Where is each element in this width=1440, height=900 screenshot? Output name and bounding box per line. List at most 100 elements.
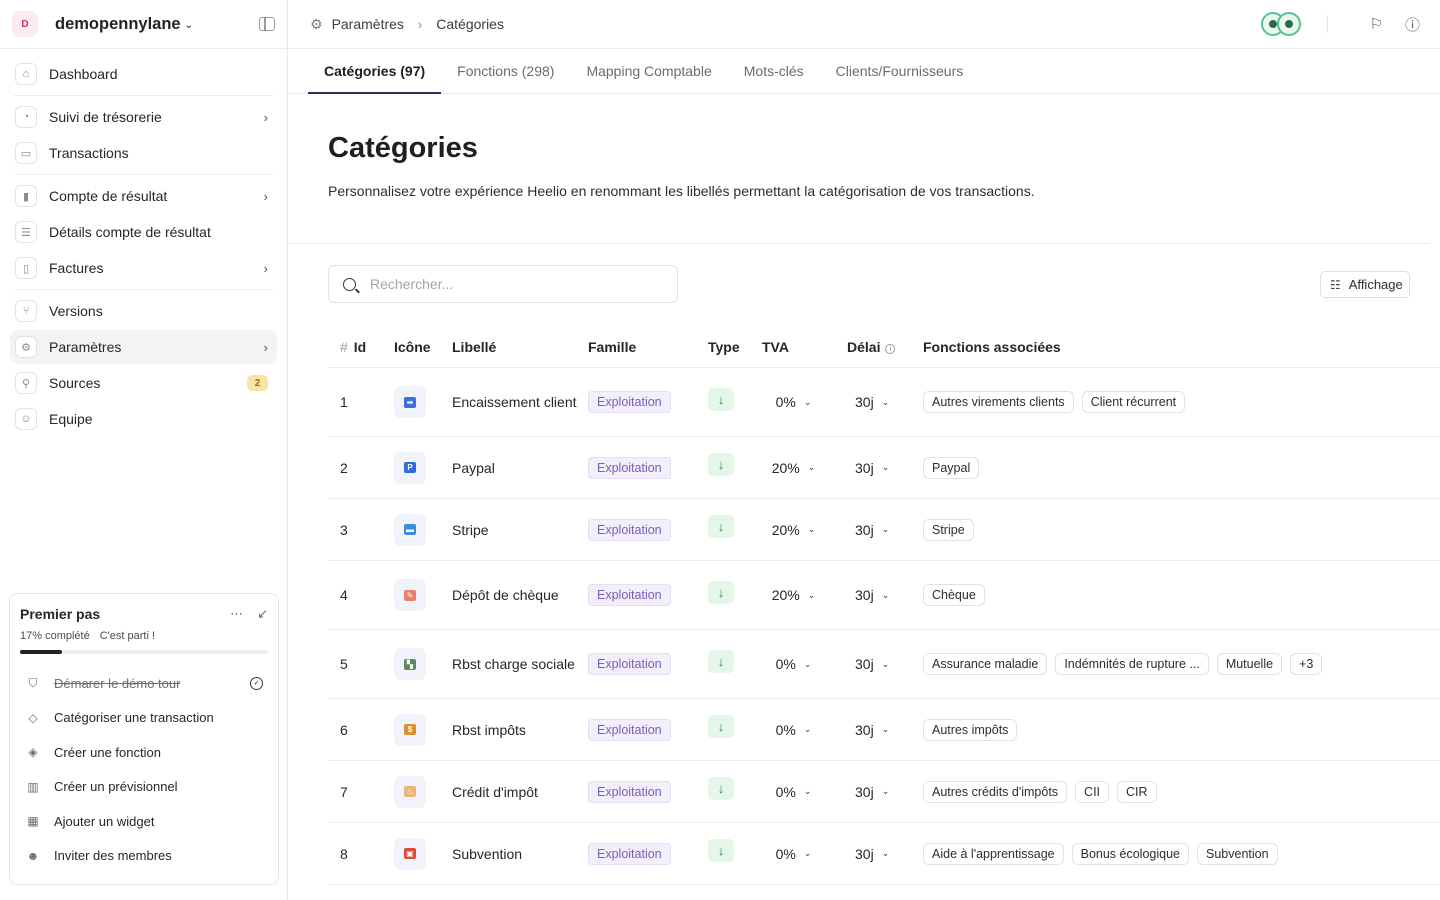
workspace-avatar[interactable]: D bbox=[12, 11, 38, 37]
onboarding-item-creer-un-previsionnel[interactable]: ▥ Créer un prévisionnel bbox=[20, 770, 268, 805]
arrow-down-icon[interactable]: ↓ bbox=[708, 580, 734, 604]
family-badge[interactable]: Exploitation bbox=[588, 653, 671, 675]
arrow-down-icon[interactable]: ↓ bbox=[708, 715, 734, 738]
col-header-family[interactable]: Famille bbox=[588, 339, 708, 355]
function-badge[interactable]: Indémnités de rupture ... bbox=[1055, 653, 1209, 675]
table-row[interactable]: 8 ▣ Subvention Exploitation ↓ 0% ⌄ 30j ⌄ Aide à l… bbox=[328, 823, 1440, 885]
table-row[interactable]: 5 ▚ Rbst charge sociale Exploitation ↓ 0% ⌄ 30j… bbox=[328, 630, 1440, 699]
family-badge[interactable]: Exploitation bbox=[588, 456, 671, 479]
money-bag-icon[interactable]: $ bbox=[394, 713, 426, 746]
family-badge[interactable]: Exploitation bbox=[588, 391, 671, 413]
table-row[interactable]: 1 ➡ Encaissement client Exploitation ↓ 0% ⌄ 30j… bbox=[328, 368, 1440, 437]
arrow-down-icon[interactable]: ↓ bbox=[708, 777, 734, 800]
table-row[interactable]: 6 $ Rbst impôts Exploitation ↓ 0% ⌄ 30j ⌄ Autres … bbox=[328, 699, 1440, 761]
sidebar-item-suivi-de-tresorerie[interactable]: ◔ Suivi de trésorerie › bbox=[10, 100, 277, 134]
tva-dropdown[interactable]: 0% ⌄ bbox=[762, 784, 847, 800]
delay-dropdown[interactable]: 30j ⌄ bbox=[847, 522, 923, 538]
tva-dropdown[interactable]: 0% ⌄ bbox=[762, 656, 847, 672]
function-badge[interactable]: Bonus écologique bbox=[1071, 842, 1189, 865]
sidebar-item-details-compte-de-resultat[interactable]: ☰ Détails compte de résultat bbox=[10, 215, 277, 249]
col-header-delay[interactable]: Délai bbox=[847, 339, 880, 355]
function-badge[interactable]: Client récurrent bbox=[1081, 391, 1186, 413]
search-box[interactable] bbox=[328, 265, 678, 303]
onboarding-item-ajouter-un-widget[interactable]: ▦ Ajouter un widget bbox=[20, 804, 268, 839]
check-icon[interactable]: ✎ bbox=[394, 579, 426, 611]
delay-dropdown[interactable]: 30j ⌄ bbox=[847, 587, 923, 603]
delay-dropdown[interactable]: 30j ⌄ bbox=[847, 784, 923, 800]
function-badge[interactable]: Subvention bbox=[1197, 842, 1278, 865]
family-badge[interactable]: Exploitation bbox=[588, 780, 671, 803]
search-input[interactable] bbox=[370, 276, 650, 292]
tva-dropdown[interactable]: 20% ⌄ bbox=[762, 460, 847, 476]
delay-dropdown[interactable]: 30j ⌄ bbox=[847, 722, 923, 738]
arrow-down-icon[interactable]: ↓ bbox=[708, 515, 734, 538]
col-header-type[interactable]: Type bbox=[708, 339, 762, 355]
arrow-down-icon[interactable]: ↓ bbox=[708, 387, 734, 411]
tva-dropdown[interactable]: 0% ⌄ bbox=[762, 394, 847, 410]
function-badge[interactable]: Paypal bbox=[923, 456, 980, 479]
function-badge[interactable]: Chèque bbox=[923, 584, 985, 606]
arrow-down-icon[interactable]: ↓ bbox=[708, 649, 734, 673]
info-icon[interactable]: i bbox=[885, 344, 896, 354]
table-row[interactable]: 7 ♨ Crédit d'impôt Exploitation ↓ 0% ⌄ 30j ⌄ Autr… bbox=[328, 761, 1440, 823]
family-badge[interactable]: Exploitation bbox=[588, 718, 671, 741]
row-label[interactable]: Rbst charge sociale bbox=[452, 654, 588, 674]
sidebar-item-transactions[interactable]: ▭ Transactions bbox=[10, 136, 277, 170]
function-badge[interactable]: Stripe bbox=[923, 518, 974, 541]
col-header-icon[interactable]: Icône bbox=[394, 339, 452, 355]
arrow-down-icon[interactable]: ↓ bbox=[708, 839, 734, 862]
onboarding-item-creer-une-fonction[interactable]: ◈ Créer une fonction bbox=[20, 735, 268, 770]
row-label[interactable]: Rbst impôts bbox=[452, 720, 588, 740]
gift-icon[interactable]: ▣ bbox=[394, 837, 426, 870]
delay-dropdown[interactable]: 30j ⌄ bbox=[847, 846, 923, 862]
sidebar-item-equipe[interactable]: ☺ Equipe bbox=[10, 402, 277, 436]
function-badge[interactable]: Autres impôts bbox=[923, 718, 1018, 741]
tab-categories[interactable]: Catégories (97) bbox=[308, 49, 442, 94]
row-label[interactable]: Encaissement client bbox=[452, 392, 588, 412]
onboarding-item-categoriser-une-transaction[interactable]: ◇ Catégoriser une transaction bbox=[20, 701, 268, 736]
tab-mots-cles[interactable]: Mots-clés bbox=[728, 49, 820, 93]
function-badge[interactable]: Autres virements clients bbox=[923, 391, 1074, 413]
row-label[interactable]: Subvention bbox=[452, 844, 588, 864]
tab-mapping-comptable[interactable]: Mapping Comptable bbox=[570, 49, 727, 93]
tva-dropdown[interactable]: 20% ⌄ bbox=[762, 587, 847, 603]
chat-icon[interactable]: ⚐ bbox=[1370, 15, 1383, 33]
table-row[interactable]: 3 ▬ Stripe Exploitation ↓ 20% ⌄ 30j ⌄ Stripe bbox=[328, 499, 1440, 561]
family-badge[interactable]: Exploitation bbox=[588, 518, 671, 541]
sidebar-item-versions[interactable]: ⑂ Versions bbox=[10, 294, 277, 328]
more-options-icon[interactable]: ⋯ bbox=[230, 606, 243, 622]
sidebar-item-sources[interactable]: ⚲ Sources 2 bbox=[10, 366, 277, 400]
table-row[interactable]: 2 P Paypal Exploitation ↓ 20% ⌄ 30j ⌄ Paypal bbox=[328, 437, 1440, 499]
delay-dropdown[interactable]: 30j ⌄ bbox=[847, 656, 923, 672]
collapse-icon[interactable]: ↙ bbox=[257, 606, 268, 622]
display-button[interactable]: ☷ Affichage bbox=[1320, 271, 1410, 298]
row-label[interactable]: Crédit d'impôt bbox=[452, 782, 588, 802]
onboarding-item-demarer-le-demo-tour[interactable]: ⛉ Démarer le démo tour ✓ bbox=[20, 666, 268, 701]
function-badge[interactable]: Assurance maladie bbox=[923, 653, 1048, 675]
delay-dropdown[interactable]: 30j ⌄ bbox=[847, 460, 923, 476]
col-header-label[interactable]: Libellé bbox=[452, 337, 588, 357]
breadcrumb-parametres[interactable]: Paramètres bbox=[332, 16, 404, 32]
family-badge[interactable]: Exploitation bbox=[588, 584, 671, 606]
tva-dropdown[interactable]: 0% ⌄ bbox=[762, 722, 847, 738]
transfer-icon[interactable]: ➡ bbox=[394, 386, 426, 418]
credit-card-icon[interactable]: ▬ bbox=[394, 513, 426, 546]
col-header-id[interactable]: Id bbox=[354, 339, 366, 355]
tva-dropdown[interactable]: 0% ⌄ bbox=[762, 846, 847, 862]
col-header-functions[interactable]: Fonctions associées bbox=[923, 339, 1440, 355]
function-badge[interactable]: Aide à l'apprentissage bbox=[923, 842, 1064, 865]
table-row[interactable]: 4 ✎ Dépôt de chèque Exploitation ↓ 20% ⌄ 30j ⌄ Ch… bbox=[328, 561, 1440, 630]
col-header-tva[interactable]: TVA bbox=[762, 339, 847, 355]
function-badge[interactable]: +3 bbox=[1290, 653, 1323, 675]
tva-dropdown[interactable]: 20% ⌄ bbox=[762, 522, 847, 538]
paypal-icon[interactable]: P bbox=[394, 451, 426, 484]
help-icon[interactable]: ⓘ bbox=[1405, 14, 1420, 35]
row-label[interactable]: Stripe bbox=[452, 520, 588, 540]
sidebar-item-compte-de-resultat[interactable]: ▮ Compte de résultat › bbox=[10, 179, 277, 213]
row-label[interactable]: Dépôt de chèque bbox=[452, 585, 588, 605]
social-charge-icon[interactable]: ▚ bbox=[394, 648, 426, 680]
function-badge[interactable]: CIR bbox=[1117, 780, 1157, 803]
tab-fonctions[interactable]: Fonctions (298) bbox=[441, 49, 570, 93]
sidebar-toggle-icon[interactable] bbox=[259, 17, 275, 31]
tab-clients-fournisseurs[interactable]: Clients/Fournisseurs bbox=[820, 49, 980, 93]
